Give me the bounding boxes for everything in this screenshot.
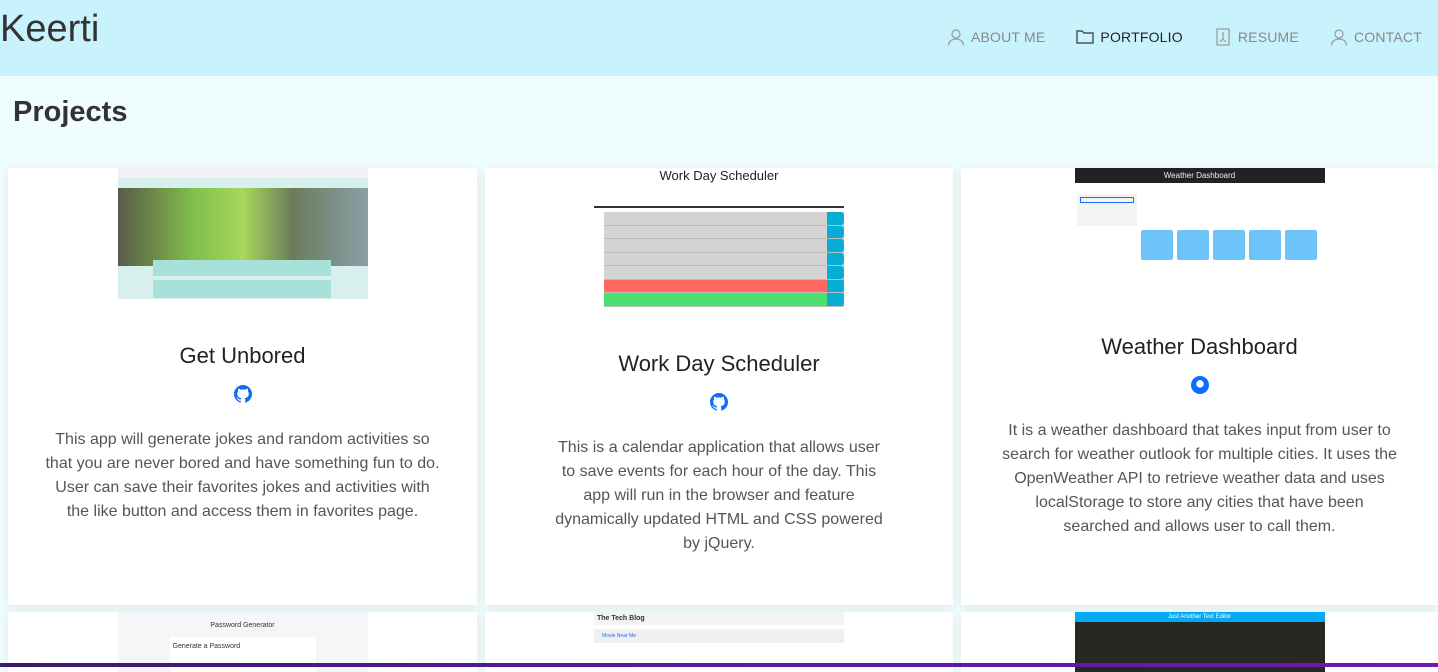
thumb-title: The Tech Blog xyxy=(594,612,844,625)
projects-grid: Get Unbored This app will generate jokes… xyxy=(8,168,1438,672)
thumb-title: Work Day Scheduler xyxy=(659,168,779,183)
project-card-work-day-scheduler: Work Day Scheduler Work Day Scheduler Th… xyxy=(485,168,953,605)
project-title: Weather Dashboard xyxy=(1101,334,1298,359)
thumb-subtitle: Movie Near Me xyxy=(594,629,844,643)
navbar: Keerti ABOUT ME PORTFOLIO RESUME CONTACT xyxy=(0,0,1438,76)
nav-resume[interactable]: RESUME xyxy=(1214,28,1299,46)
project-title: Work Day Scheduler xyxy=(618,350,820,376)
thumb-title: Password Generator xyxy=(210,622,275,629)
nav-label: PORTFOLIO xyxy=(1100,29,1183,45)
github-icon[interactable] xyxy=(710,392,728,411)
nav-contact[interactable]: CONTACT xyxy=(1330,28,1422,46)
project-screenshot[interactable]: Work Day Scheduler xyxy=(594,168,844,307)
thumb-title: Just Another Text Editor xyxy=(1074,612,1325,622)
project-title: Get Unbored xyxy=(179,343,306,368)
main-nav: ABOUT ME PORTFOLIO RESUME CONTACT xyxy=(947,28,1422,46)
nav-portfolio[interactable]: PORTFOLIO xyxy=(1076,28,1183,46)
project-description: This app will generate jokes and random … xyxy=(45,431,440,520)
github-icon[interactable] xyxy=(1190,376,1209,394)
pdf-file-icon xyxy=(1216,28,1230,46)
project-description: This is a calendar application that allo… xyxy=(555,438,883,552)
project-description: It is a weather dashboard that takes inp… xyxy=(1002,422,1397,535)
folder-icon xyxy=(1076,30,1095,44)
project-screenshot[interactable] xyxy=(117,168,368,299)
nav-label: RESUME xyxy=(1237,29,1299,45)
project-card-weather-dashboard: Weather Dashboard Weather Dashboard It i… xyxy=(961,168,1438,605)
github-icon[interactable] xyxy=(233,385,252,403)
project-card-get-unbored: Get Unbored This app will generate jokes… xyxy=(8,168,477,605)
person-icon xyxy=(947,29,965,46)
brand-logo[interactable]: Keerti xyxy=(0,8,99,51)
project-screenshot[interactable]: Weather Dashboard xyxy=(1074,168,1325,290)
nav-about-me[interactable]: ABOUT ME xyxy=(947,28,1045,46)
nav-label: CONTACT xyxy=(1353,29,1422,45)
page-title: Projects xyxy=(13,96,128,128)
bottom-edge xyxy=(0,663,1438,667)
thumb-title: Weather Dashboard xyxy=(1074,168,1325,183)
nav-label: ABOUT ME xyxy=(970,29,1046,45)
person-icon xyxy=(1330,29,1348,46)
